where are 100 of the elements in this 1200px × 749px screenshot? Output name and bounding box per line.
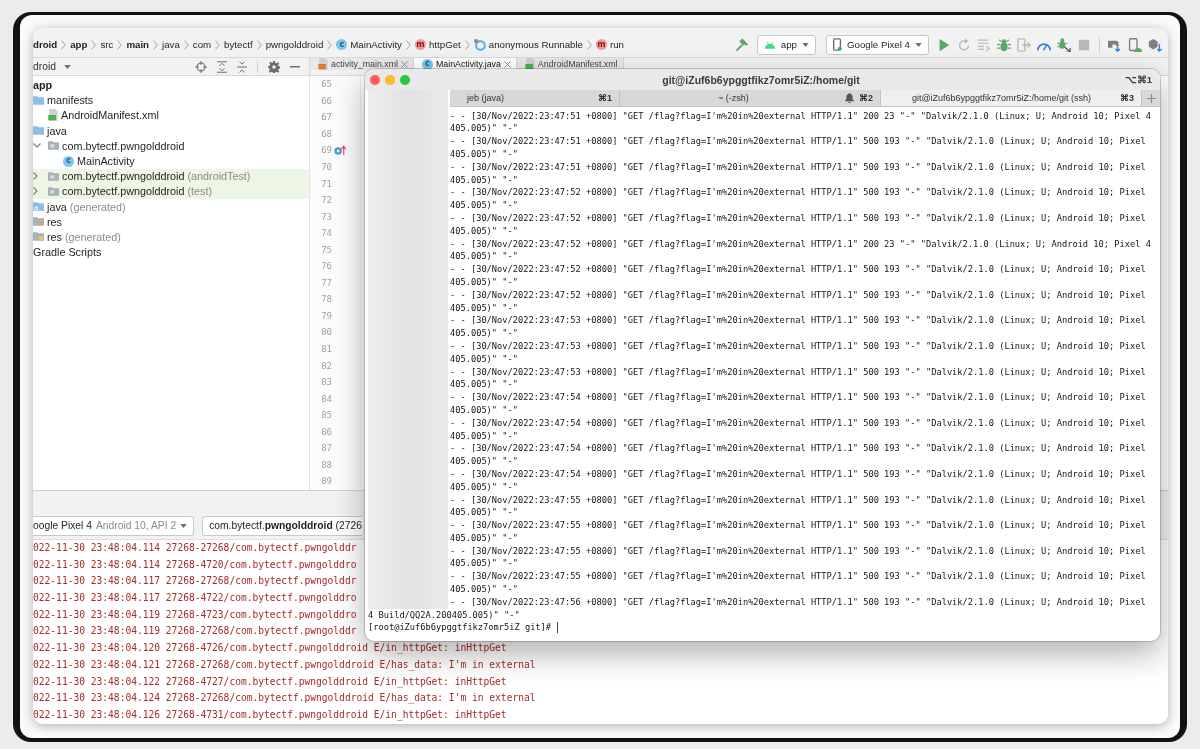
breadcrumb-item[interactable]: m httpGet — [414, 39, 461, 50]
editor-tab[interactable]: c MainActivity.java — [414, 58, 517, 70]
tree-item[interactable]: res — [33, 214, 309, 230]
chevron-right-icon[interactable] — [33, 187, 38, 196]
line-number: 80 — [321, 327, 332, 338]
terminal-line: - - [30/Nov/2022:23:47:52 +0800] "GET /flag?flag=I'm%20in%20external HTTP/1.1" 500 193 "-" "Dalvik/2.1.0 (Linux; U; Android 10; Pixel — [450, 186, 1146, 200]
terminal-line: 405.005)" "-" — [450, 455, 518, 468]
terminal-line: - - [30/Nov/2022:23:47:52 +0800] "GET /flag?flag=I'm%20in%20external HTTP/1.1" 500 193 "-" "Dalvik/2.1.0 (Linux; U; Android 10; Pixel — [450, 288, 1146, 302]
breadcrumb-item[interactable]: m run — [596, 39, 624, 50]
line-number: 72 — [321, 195, 332, 206]
chevron-icon — [256, 39, 262, 50]
close-window-icon[interactable] — [370, 74, 380, 85]
breadcrumb-item[interactable]: droid — [33, 39, 58, 50]
tree-item[interactable]: res (generated) — [33, 229, 309, 245]
terminal-line: 405.005)" "-" — [450, 583, 518, 596]
chevron-icon — [405, 39, 411, 50]
view-dropdown[interactable]: droid — [33, 61, 71, 72]
terminal-line: - - [30/Nov/2022:23:47:55 +0800] "GET /flag?flag=I'm%20in%20external HTTP/1.1" 500 193 "-" "Dalvik/2.1.0 (Linux; U; Android 10; Pixel — [450, 544, 1146, 558]
line-number: 74 — [321, 228, 332, 239]
breadcrumb-item[interactable]: app — [70, 39, 88, 50]
terminal-line: 405.005)" "-" — [450, 403, 518, 417]
terminal-line: 405.005)" "-" — [450, 429, 518, 443]
line-number: 75 — [321, 244, 332, 255]
package-icon — [48, 186, 59, 196]
bug-arrow-icon[interactable] — [1057, 37, 1071, 52]
cube-arrow-icon[interactable] — [1148, 37, 1162, 52]
caret-icon — [180, 523, 188, 528]
breadcrumb-item[interactable]: bytectf — [224, 39, 253, 50]
plus-icon[interactable] — [1146, 93, 1156, 103]
chevron-right-icon[interactable] — [33, 172, 38, 181]
device-dropdown[interactable]: Google Pixel 4 — [826, 34, 929, 55]
terminal-line: 405.005)" "-" — [450, 557, 518, 571]
play-icon[interactable] — [937, 37, 951, 52]
log-line: 022-11-30 23:48:04.122 27268-4727/com.bytectf.pwngolddroid E/in_httpGet: inHttpGet — [33, 674, 507, 690]
close-icon[interactable] — [503, 60, 511, 68]
generated-folder-icon — [33, 202, 44, 212]
tree-item[interactable]: c MainActivity — [33, 153, 309, 169]
window-title: git@iZuf6b6ypggtfikz7omr5iZ:/home/git — [662, 73, 860, 86]
tree-item[interactable]: AndroidManifest.xml — [33, 107, 309, 124]
tree-item[interactable]: Gradle Scripts — [33, 244, 309, 260]
phone-icon — [833, 38, 842, 51]
collapse-all-icon[interactable] — [237, 60, 247, 73]
crosshair-icon[interactable] — [195, 60, 207, 73]
line-number: 68 — [321, 128, 332, 139]
chevron-icon — [587, 39, 592, 50]
tree-item[interactable]: java — [33, 123, 309, 139]
breadcrumb-item[interactable]: pwngolddroid — [265, 39, 324, 50]
terminal-line: - - [30/Nov/2022:23:47:52 +0800] "GET /flag?flag=I'm%20in%20external HTTP/1.1" 500 193 "-" "Dalvik/2.1.0 (Linux; U; Android 10; Pixel — [450, 211, 1146, 225]
line-number: 89 — [321, 476, 332, 487]
close-icon[interactable] — [401, 60, 408, 68]
terminal-line: 405.005)" "-" — [450, 531, 518, 545]
log-line: 022-11-30 23:48:04.126 27268-4731/com.bytectf.pwngolddroid E/in_httpGet: inHttpGet — [33, 707, 507, 723]
circle-arrow-icon[interactable] — [334, 145, 346, 156]
method-icon: m — [414, 39, 426, 50]
breadcrumb-item[interactable]: anonymous Runnable — [473, 38, 583, 51]
breadcrumb-item[interactable]: c MainActivity — [336, 39, 402, 50]
hammer-icon[interactable] — [734, 37, 749, 52]
tree-item[interactable]: manifests — [33, 92, 309, 108]
minimize-icon[interactable] — [290, 65, 300, 68]
line-number: 86 — [321, 426, 332, 437]
process-dropdown[interactable]: com.bytectf.pwngolddroid (2726 — [202, 515, 362, 536]
tree-item[interactable]: com.bytectf.pwngolddroid (androidTest) — [33, 168, 309, 184]
shortcut-label: ⌥⌘1 — [1124, 74, 1152, 85]
configuration-dropdown[interactable]: app — [756, 34, 816, 55]
tree-item[interactable]: java (generated) — [33, 199, 309, 215]
device-dropdown[interactable]: oogle Pixel 4 Android 10, API 2 — [33, 515, 195, 536]
log-line: 022-11-30 23:48:04.117 27268-27268/com.bytectf.pwngolddr — [33, 574, 357, 589]
terminal-tab[interactable]: git@iZuf6b6ypggtfikz7omr5iZ:/home/git (ssh) ⌘3 — [881, 90, 1142, 106]
bug-icon[interactable] — [997, 37, 1011, 52]
terminal-line: - - [30/Nov/2022:23:47:51 +0800] "GET /flag?flag=I'm%20in%20external HTTP/1.1" 500 193 "-" "Dalvik/2.1.0 (Linux; U; Android 10; Pixel — [450, 160, 1146, 174]
terminal-line: - - [30/Nov/2022:23:47:55 +0800] "GET /flag?flag=I'm%20in%20external HTTP/1.1" 500 193 "-" "Dalvik/2.1.0 (Linux; U; Android 10; Pixel — [450, 493, 1146, 507]
settings-icon[interactable] — [268, 60, 280, 73]
log-line: 022-11-30 23:48:04.117 27268-4722/com.bytectf.pwngolddro — [33, 591, 357, 606]
terminal-prompt: [root@iZuf6b6ypggtfikz7omr5iZ git]# — [368, 621, 552, 635]
terminal-line: 405.005)" "-" — [450, 224, 518, 238]
robot-icon — [763, 40, 776, 49]
zoom-window-icon[interactable] — [400, 74, 410, 85]
cursor-icon — [557, 622, 559, 634]
expand-all-icon[interactable] — [217, 60, 227, 73]
line-number: 84 — [321, 393, 332, 404]
terminal-tab[interactable]: jeb (java) ⌘1 — [450, 90, 620, 106]
caret-icon — [63, 64, 71, 69]
tree-item[interactable]: com.bytectf.pwngolddroid — [33, 138, 309, 154]
line-number: 69 — [321, 145, 332, 156]
tree-item[interactable]: app — [33, 77, 309, 93]
log-line: 022-11-30 23:48:04.120 27268-4726/com.bytectf.pwngolddroid E/in_httpGet: inHttpGet — [33, 641, 507, 656]
terminal-line: 405.005)" "-" — [450, 173, 518, 187]
breadcrumb-item[interactable]: src — [100, 39, 114, 50]
chevron-down-icon[interactable] — [33, 143, 41, 149]
breadcrumb-item[interactable]: java — [162, 39, 180, 50]
line-number: 66 — [321, 95, 332, 106]
editor-tab[interactable]: activity_main.xml — [310, 58, 414, 70]
line-number: 71 — [321, 178, 332, 189]
breadcrumb-item[interactable]: com — [192, 39, 212, 50]
chevron-icon — [183, 39, 189, 50]
phone-robot-icon[interactable] — [1128, 37, 1142, 52]
chevron-icon — [117, 39, 123, 50]
breadcrumb-item[interactable]: main — [126, 39, 149, 50]
terminal-line: - - [30/Nov/2022:23:47:56 +0800] "GET /flag?flag=I'm%20in%20external HTTP/1.1" 500 193 "-" "Dalvik/2.1.0 (Linux; U; Android 10; Pixel — [450, 595, 1146, 609]
editor-tab[interactable]: AndroidManifest.xml — [516, 58, 624, 70]
